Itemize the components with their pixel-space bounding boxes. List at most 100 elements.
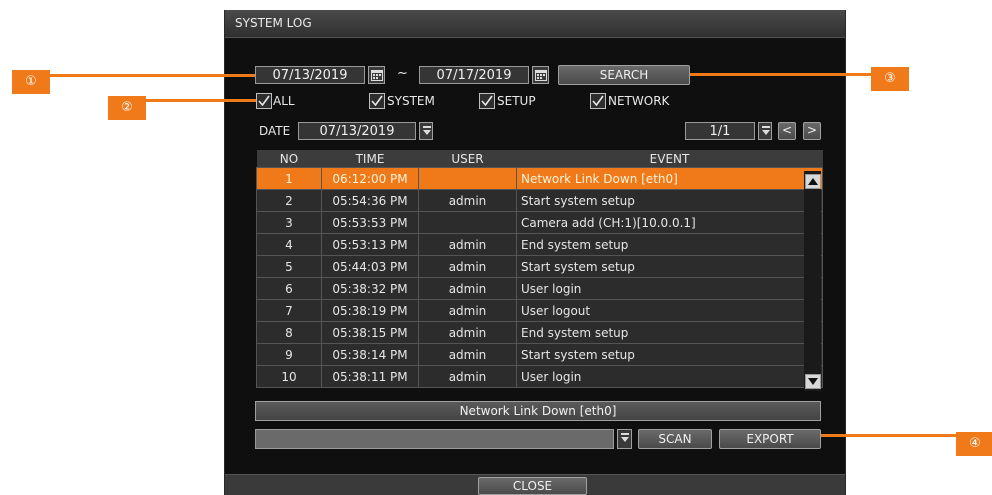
- check-icon: [371, 95, 383, 107]
- setup-checkbox[interactable]: [479, 93, 495, 109]
- callout-3: ③: [871, 67, 909, 91]
- cell-event: Start system setup: [516, 255, 823, 278]
- callout-4: ④: [956, 432, 992, 456]
- scroll-down-icon[interactable]: [805, 374, 821, 389]
- cell-user: admin: [418, 299, 517, 322]
- cell-time: 05:44:03 PM: [321, 255, 419, 278]
- callout-1-line: [50, 74, 255, 77]
- title-bar: SYSTEM LOG: [225, 10, 845, 38]
- table-row[interactable]: 7 05:38:19 PM admin User logout: [256, 299, 823, 322]
- table-row[interactable]: 8 05:38:15 PM admin End system setup: [256, 321, 823, 344]
- all-checkbox-label: ALL: [273, 94, 295, 108]
- check-icon: [481, 95, 493, 107]
- header-event: EVENT: [516, 150, 823, 168]
- cell-no: 5: [256, 255, 322, 278]
- cell-user: admin: [418, 277, 517, 300]
- cell-no: 8: [256, 321, 322, 344]
- table-row[interactable]: 6 05:38:32 PM admin User login: [256, 277, 823, 300]
- next-page-button[interactable]: >: [803, 122, 821, 140]
- cell-user: [418, 211, 517, 234]
- cell-event: User login: [516, 277, 823, 300]
- cell-time: 05:38:19 PM: [321, 299, 419, 322]
- table-scrollbar[interactable]: [804, 171, 821, 391]
- check-icon: [258, 95, 270, 107]
- cell-user: admin: [418, 189, 517, 212]
- page-indicator: 1/1: [685, 122, 755, 140]
- search-button[interactable]: SEARCH: [558, 65, 690, 85]
- cell-event: Camera add (CH:1)[10.0.0.1]: [516, 211, 823, 234]
- export-button[interactable]: EXPORT: [719, 429, 821, 449]
- scroll-up-icon[interactable]: [805, 174, 821, 189]
- table-row[interactable]: 9 05:38:14 PM admin Start system setup: [256, 343, 823, 366]
- table-row[interactable]: 5 05:44:03 PM admin Start system setup: [256, 255, 823, 278]
- cell-no: 7: [256, 299, 322, 322]
- date-label: DATE: [259, 124, 291, 138]
- system-checkbox-label: SYSTEM: [387, 94, 435, 108]
- table-row[interactable]: 2 05:54:36 PM admin Start system setup: [256, 189, 823, 212]
- cell-event: End system setup: [516, 233, 823, 256]
- cell-time: 05:38:11 PM: [321, 365, 419, 388]
- cell-no: 9: [256, 343, 322, 366]
- table-row[interactable]: 10 05:38:11 PM admin User login: [256, 365, 823, 388]
- page-dropdown-icon[interactable]: [758, 122, 772, 140]
- network-checkbox[interactable]: [590, 93, 606, 109]
- start-calendar-icon[interactable]: [368, 66, 385, 84]
- cell-no: 3: [256, 211, 322, 234]
- cell-no: 6: [256, 277, 322, 300]
- callout-2: ②: [108, 96, 146, 120]
- cell-no: 10: [256, 365, 322, 388]
- cell-time: 05:54:36 PM: [321, 189, 419, 212]
- date-range-separator: ~: [397, 66, 408, 81]
- close-button[interactable]: CLOSE: [478, 477, 587, 495]
- cell-no: 1: [256, 167, 322, 190]
- log-table: NO TIME USER EVENT 1 06:12:00 PM Network…: [256, 150, 823, 388]
- end-date-field[interactable]: 07/17/2019: [419, 66, 529, 84]
- cell-event: User logout: [516, 299, 823, 322]
- cell-time: 05:38:14 PM: [321, 343, 419, 366]
- cell-event: Network Link Down [eth0]: [516, 167, 823, 190]
- export-device-field[interactable]: [255, 429, 614, 449]
- scan-button[interactable]: SCAN: [638, 429, 712, 449]
- callout-4-line: [821, 434, 956, 437]
- device-dropdown-icon[interactable]: [617, 429, 632, 449]
- setup-checkbox-label: SETUP: [497, 94, 536, 108]
- cell-event: Start system setup: [516, 189, 823, 212]
- cell-user: admin: [418, 343, 517, 366]
- cell-time: 06:12:00 PM: [321, 167, 419, 190]
- cell-no: 4: [256, 233, 322, 256]
- cell-no: 2: [256, 189, 322, 212]
- check-icon: [592, 95, 604, 107]
- cell-time: 05:53:13 PM: [321, 233, 419, 256]
- prev-page-button[interactable]: <: [778, 122, 796, 140]
- header-time: TIME: [321, 150, 419, 168]
- start-date-field[interactable]: 07/13/2019: [255, 66, 365, 84]
- cell-user: admin: [418, 365, 517, 388]
- header-no: NO: [256, 150, 322, 168]
- all-checkbox[interactable]: [256, 93, 272, 109]
- network-checkbox-label: NETWORK: [608, 94, 670, 108]
- callout-1: ①: [12, 70, 50, 94]
- cell-time: 05:38:15 PM: [321, 321, 419, 344]
- table-header: NO TIME USER EVENT: [256, 150, 823, 168]
- cell-event: Start system setup: [516, 343, 823, 366]
- callout-2-line: [146, 99, 256, 102]
- cell-time: 05:53:53 PM: [321, 211, 419, 234]
- window-title: SYSTEM LOG: [235, 16, 312, 30]
- callout-3-line: [690, 73, 871, 76]
- header-user: USER: [418, 150, 517, 168]
- date-dropdown-icon[interactable]: [419, 122, 433, 140]
- table-row[interactable]: 1 06:12:00 PM Network Link Down [eth0]: [256, 167, 823, 190]
- cell-time: 05:38:32 PM: [321, 277, 419, 300]
- cell-user: admin: [418, 233, 517, 256]
- cell-event: User login: [516, 365, 823, 388]
- system-checkbox[interactable]: [369, 93, 385, 109]
- table-row[interactable]: 4 05:53:13 PM admin End system setup: [256, 233, 823, 256]
- cell-user: [418, 167, 517, 190]
- date-select[interactable]: 07/13/2019: [298, 122, 416, 140]
- event-detail-bar: Network Link Down [eth0]: [255, 401, 821, 421]
- cell-user: admin: [418, 321, 517, 344]
- end-calendar-icon[interactable]: [532, 66, 549, 84]
- table-row[interactable]: 3 05:53:53 PM Camera add (CH:1)[10.0.0.1…: [256, 211, 823, 234]
- cell-user: admin: [418, 255, 517, 278]
- cell-event: End system setup: [516, 321, 823, 344]
